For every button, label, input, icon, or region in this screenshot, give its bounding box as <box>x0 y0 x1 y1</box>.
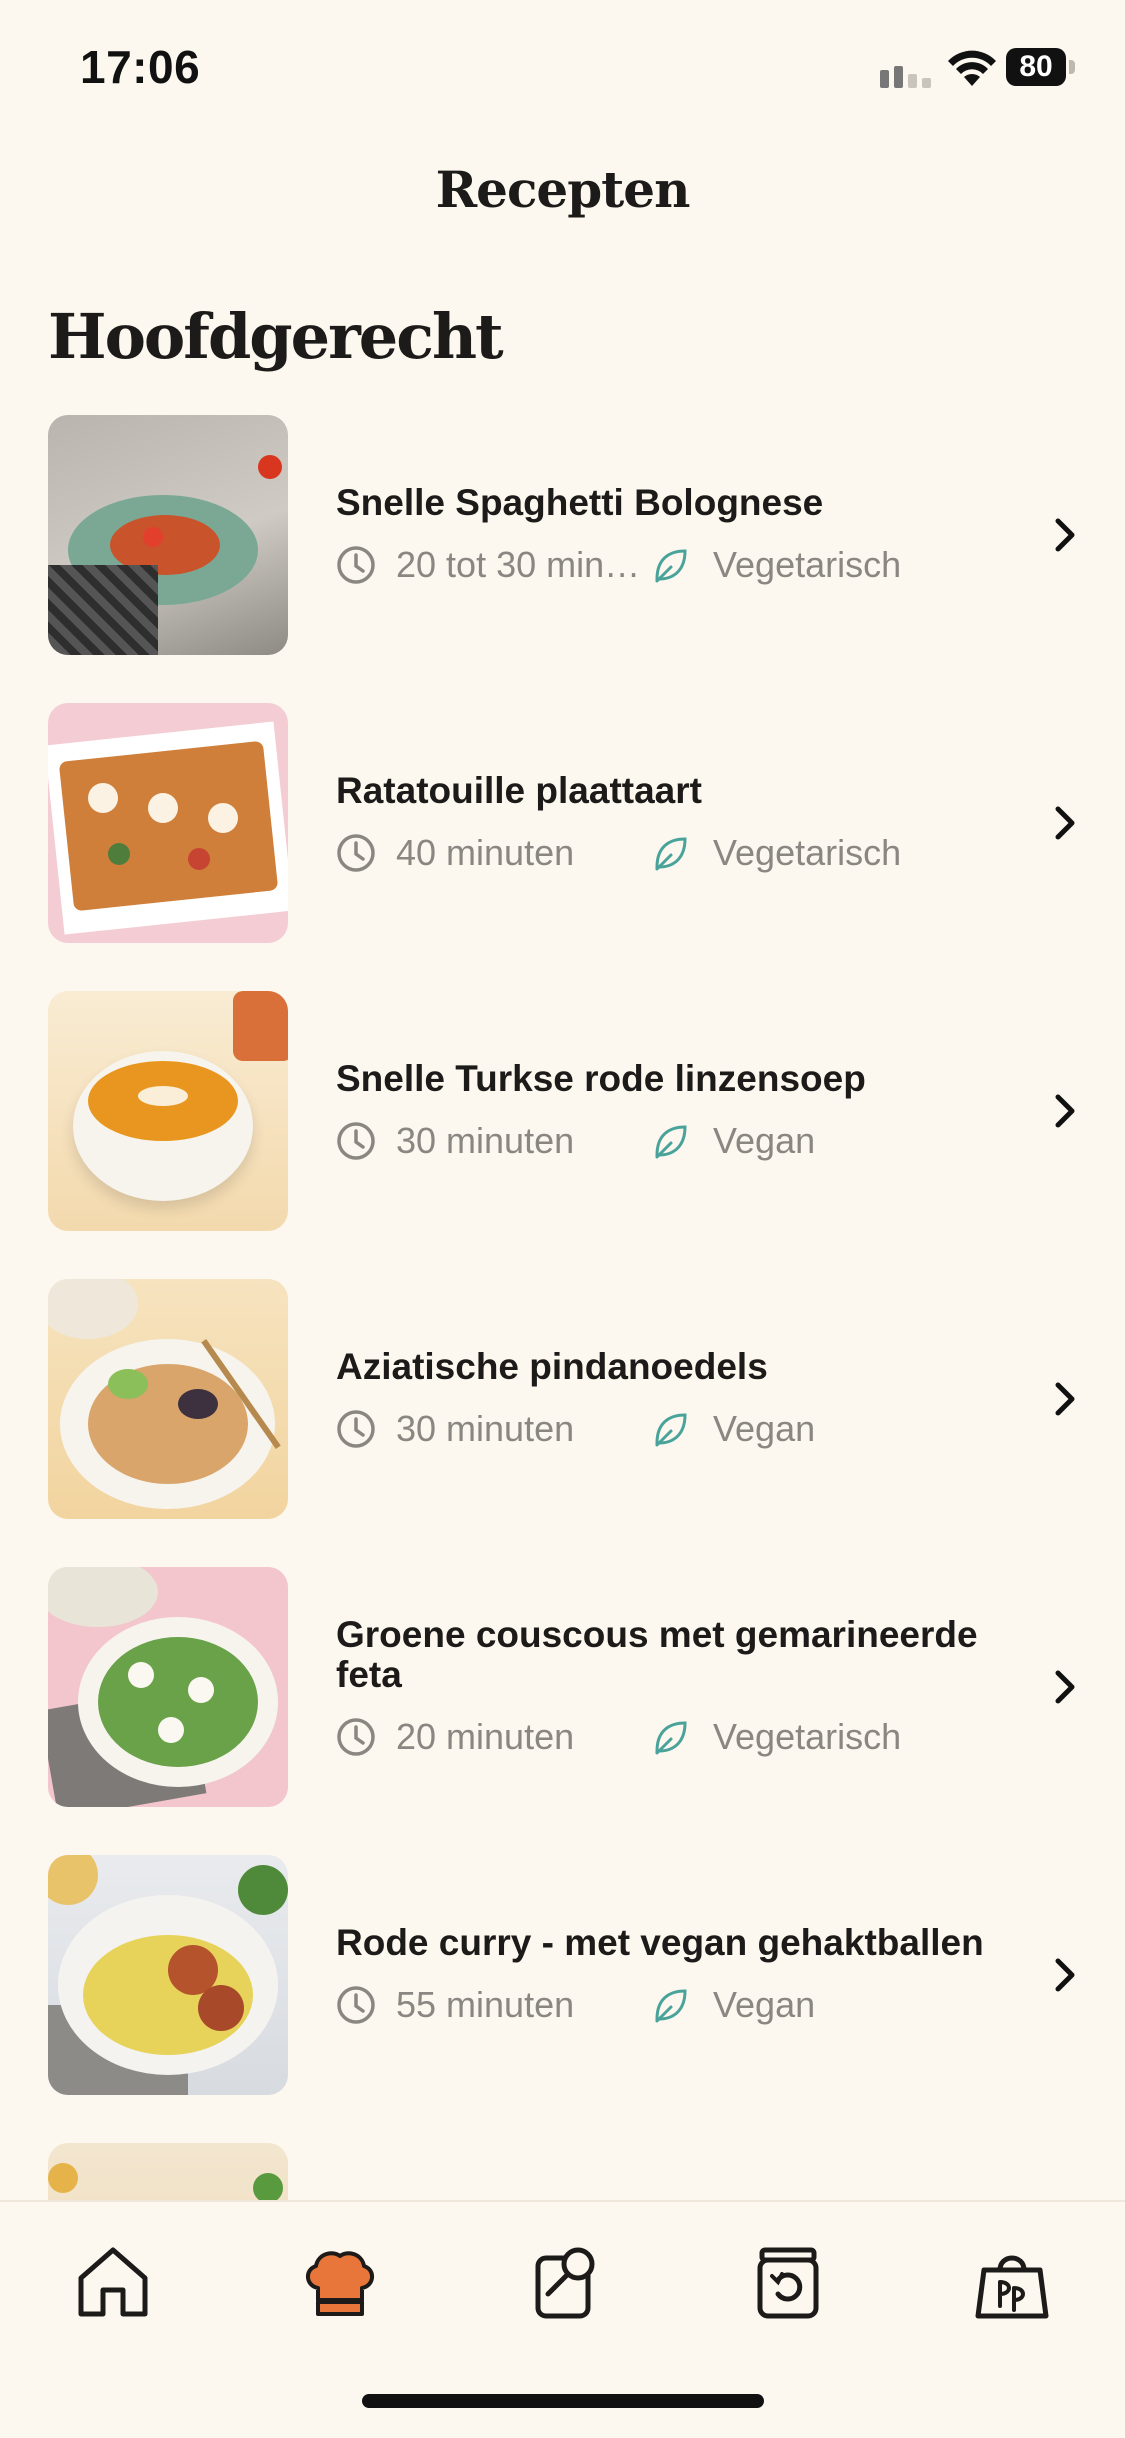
leaf-icon <box>655 1413 687 1447</box>
recipe-info: Snelle Spaghetti Bolognese 20 tot 30 min… <box>336 415 1036 655</box>
recipe-meta: 30 minuten Vegan <box>336 1407 1036 1451</box>
chevron-right-icon[interactable] <box>1050 1091 1080 1131</box>
battery-icon: 80 <box>1006 48 1076 88</box>
recipe-diet: Vegetarisch <box>713 1716 902 1757</box>
recipe-info: Snelle Turkse rode linzensoep 30 minuten… <box>336 991 1036 1231</box>
recipe-title: Snelle Turkse rode linzensoep <box>336 1058 866 1099</box>
recipe-duration: 40 minuten <box>396 832 575 873</box>
recipe-meta: 30 minuten Vegan <box>336 1119 1036 1163</box>
recipe-duration: 30 minuten <box>396 1408 575 1449</box>
clock-icon <box>337 546 375 584</box>
wifi-icon <box>948 50 996 86</box>
section-title: Hoofdgerecht <box>48 300 504 373</box>
recipe-info: Groene couscous met gemarineerde feta 20… <box>336 1567 1036 1807</box>
recipe-meta: 20 tot 30 minut... Vegetarisch <box>336 543 1036 587</box>
status-time: 17:06 <box>80 41 201 93</box>
recipe-title: Ratatouille plaattaart <box>336 770 702 811</box>
recipe-diet: Vegan <box>713 1408 816 1449</box>
recipe-duration: 20 minuten <box>396 1716 575 1757</box>
chevron-right-icon[interactable] <box>1050 1955 1080 1995</box>
recipe-image-partial <box>48 2143 288 2200</box>
recipe-info: Ratatouille plaattaart 40 minuten Vegeta… <box>336 703 1036 943</box>
recipe-diet: Vegetarisch <box>713 832 902 873</box>
clock-icon <box>337 834 375 872</box>
recipe-item[interactable]: Rode curry - met vegan gehaktballen 55 m… <box>0 1855 1125 2095</box>
page-title: Recepten <box>435 160 691 219</box>
shopping-bag-icon[interactable] <box>972 2242 1052 2322</box>
recipe-meta: 40 minuten Vegetarisch <box>336 831 1036 875</box>
recipe-info: Rode curry - met vegan gehaktballen 55 m… <box>336 1855 1036 2095</box>
home-icon[interactable] <box>73 2242 153 2322</box>
chevron-right-icon[interactable] <box>1050 1379 1080 1419</box>
recipe-diet: Vegetarisch <box>713 544 902 585</box>
chevron-right-icon[interactable] <box>1050 1667 1080 1707</box>
history-icon[interactable] <box>748 2242 828 2322</box>
battery-level: 80 <box>1019 50 1053 83</box>
clock-icon <box>337 1410 375 1448</box>
recipe-info: Aziatische pindanoedels 30 minuten Vegan <box>336 1279 1036 1519</box>
recipe-title: Aziatische pindanoedels <box>336 1346 768 1387</box>
clock-icon <box>337 1986 375 2024</box>
clock-icon <box>337 1718 375 1756</box>
leaf-icon <box>655 837 687 871</box>
recipe-duration: 20 tot 30 minut... <box>396 544 651 585</box>
recipe-title: Snelle Spaghetti Bolognese <box>336 482 824 523</box>
recipe-diet: Vegan <box>713 1120 816 1161</box>
home-indicator <box>362 2394 764 2408</box>
recipe-item[interactable]: Ratatouille plaattaart 40 minuten Vegeta… <box>0 703 1125 943</box>
recipe-image-ratatouille <box>48 703 288 943</box>
cellular-signal-icon <box>880 66 931 88</box>
recipe-duration: 55 minuten <box>396 1984 575 2025</box>
recipe-image-pindanoedels <box>48 1279 288 1519</box>
recipe-item-partial[interactable] <box>0 2143 1125 2200</box>
recipe-image-couscous <box>48 1567 288 1807</box>
recipe-image-linzensoep <box>48 991 288 1231</box>
search-recipe-icon[interactable] <box>528 2242 608 2322</box>
recipe-image-rode-curry <box>48 1855 288 2095</box>
recipe-item[interactable]: Aziatische pindanoedels 30 minuten Vegan <box>0 1279 1125 1519</box>
recipe-item[interactable]: Groene couscous met gemarineerde feta 20… <box>0 1567 1125 1807</box>
leaf-icon <box>655 1989 687 2023</box>
chef-hat-icon[interactable] <box>300 2242 380 2322</box>
leaf-icon <box>655 1721 687 1755</box>
leaf-icon <box>655 1125 687 1159</box>
recipe-title: Groene couscous met gemarineerde feta <box>336 1614 978 1695</box>
recipe-item[interactable]: Snelle Turkse rode linzensoep 30 minuten… <box>0 991 1125 1231</box>
recipe-duration: 30 minuten <box>396 1120 575 1161</box>
recipe-diet: Vegan <box>713 1984 816 2025</box>
recipe-title: Rode curry - met vegan gehaktballen <box>336 1922 984 1963</box>
recipe-list[interactable]: Snelle Spaghetti Bolognese 20 tot 30 min… <box>0 415 1125 2200</box>
clock-icon <box>337 1122 375 1160</box>
recipe-item[interactable]: Snelle Spaghetti Bolognese 20 tot 30 min… <box>0 415 1125 655</box>
leaf-icon <box>655 549 687 583</box>
status-bar: 17:06 80 <box>0 0 1125 140</box>
chevron-right-icon[interactable] <box>1050 803 1080 843</box>
chevron-right-icon[interactable] <box>1050 515 1080 555</box>
recipe-meta: 20 minuten Vegetarisch <box>336 1715 1036 1759</box>
recipe-image-spaghetti <box>48 415 288 655</box>
recipe-meta: 55 minuten Vegan <box>336 1983 1036 2027</box>
